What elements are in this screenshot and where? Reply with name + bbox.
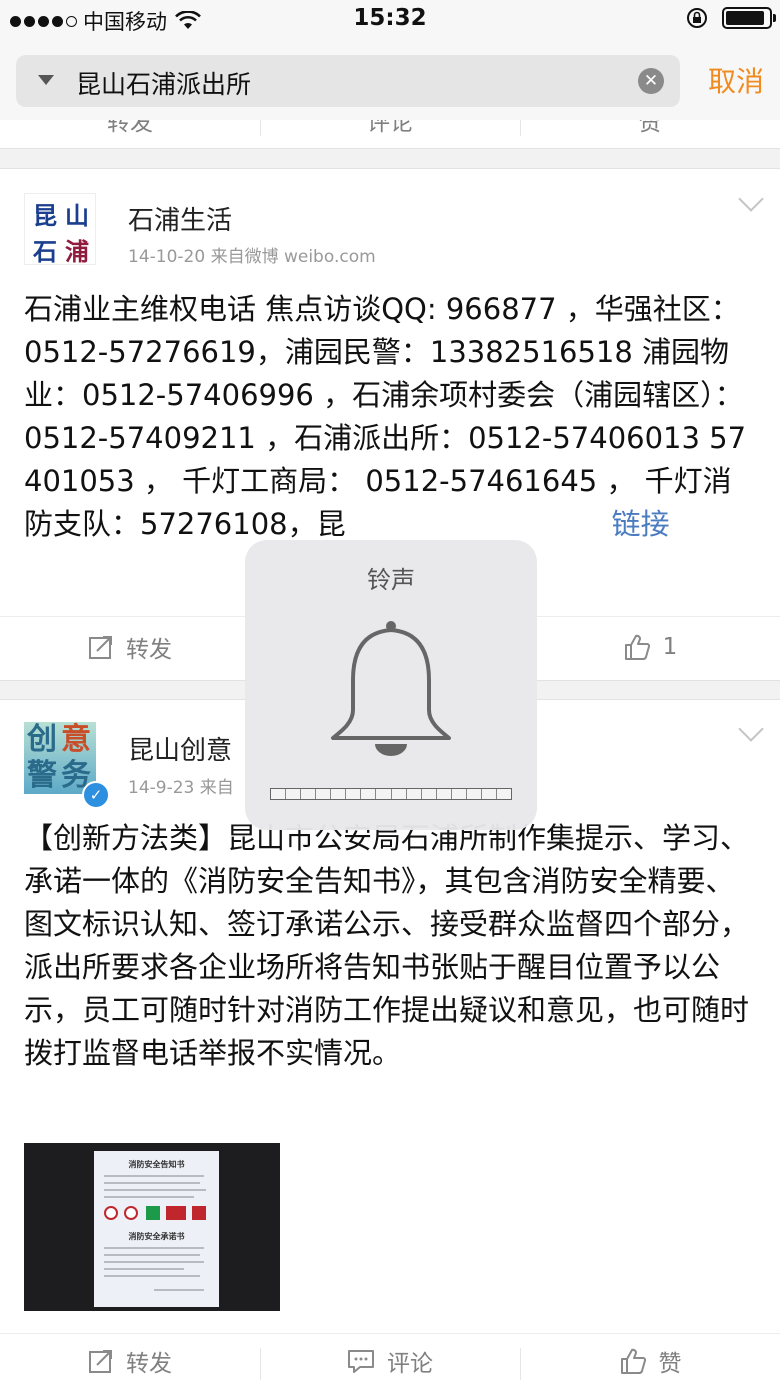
volume-segment bbox=[376, 789, 392, 799]
volume-hud: 铃声 bbox=[245, 540, 537, 830]
search-input[interactable]: 昆山石浦派出所 ✕ bbox=[16, 55, 680, 107]
volume-segment bbox=[467, 789, 482, 799]
repost-icon bbox=[89, 636, 112, 659]
like-button[interactable]: 赞 bbox=[520, 1334, 780, 1388]
volume-segment bbox=[422, 789, 437, 799]
volume-segment bbox=[482, 789, 497, 799]
previous-comment-button[interactable]: 评论 bbox=[260, 120, 520, 148]
comment-icon bbox=[348, 1350, 374, 1373]
cancel-button[interactable]: 取消 bbox=[708, 60, 764, 100]
avatar[interactable]: 昆 山 石 浦 bbox=[24, 193, 96, 266]
post-actions: 转发 评论 赞 bbox=[0, 1333, 780, 1388]
previous-card-actions: 转发 评论 赞 bbox=[0, 120, 780, 148]
previous-feed-card: 转发 评论 赞 bbox=[0, 120, 780, 149]
post-image[interactable]: 消防安全告知书 消防安全承诺书 bbox=[24, 1143, 280, 1311]
status-bar: 中国移动 15:32 bbox=[0, 0, 780, 40]
hud-title: 铃声 bbox=[367, 566, 415, 594]
volume-segment bbox=[452, 789, 467, 799]
battery-icon bbox=[722, 7, 776, 29]
notice-document: 消防安全告知书 消防安全承诺书 bbox=[94, 1151, 219, 1307]
volume-level-bar bbox=[270, 788, 512, 800]
post-meta: 14-9-23 来自 bbox=[128, 778, 234, 798]
post-meta: 14-10-20 来自微博 weibo.com bbox=[128, 247, 376, 267]
volume-segment bbox=[392, 789, 407, 799]
volume-segment bbox=[331, 789, 347, 799]
repost-icon bbox=[89, 1350, 112, 1373]
volume-segment bbox=[271, 789, 287, 799]
volume-segment bbox=[437, 789, 452, 799]
rotation-lock-icon bbox=[687, 8, 707, 28]
volume-segment bbox=[407, 789, 422, 799]
volume-segment bbox=[346, 789, 362, 799]
repost-button[interactable]: 转发 bbox=[0, 617, 260, 677]
volume-segment bbox=[497, 789, 511, 799]
search-bar: 昆山石浦派出所 ✕ 取消 bbox=[0, 40, 780, 120]
thumbs-up-icon bbox=[624, 634, 650, 660]
avatar[interactable]: 创 意 警 务 bbox=[24, 722, 96, 794]
comment-button[interactable]: 评论 bbox=[260, 1334, 520, 1388]
bell-icon bbox=[331, 621, 451, 756]
volume-segment bbox=[361, 789, 377, 799]
user-name[interactable]: 石浦生活 bbox=[128, 200, 232, 237]
volume-segment bbox=[316, 789, 332, 799]
clock: 15:32 bbox=[353, 5, 427, 31]
thumbs-up-icon bbox=[620, 1348, 646, 1374]
post-link[interactable]: 链接 bbox=[612, 507, 670, 541]
volume-segment bbox=[301, 789, 317, 799]
search-query[interactable]: 昆山石浦派出所 bbox=[76, 65, 251, 101]
post-text: 【创新方法类】昆山市公安局石浦所制作集提示、学习、承诺一体的《消防安全告知书》，… bbox=[24, 821, 750, 1070]
verified-badge-icon: ✓ bbox=[82, 781, 110, 809]
search-scope-dropdown-icon[interactable] bbox=[38, 75, 54, 85]
user-name[interactable]: 昆山创意 bbox=[128, 730, 232, 767]
previous-like-button[interactable]: 赞 bbox=[520, 120, 780, 148]
like-button[interactable]: 1 bbox=[520, 617, 780, 677]
previous-repost-button[interactable]: 转发 bbox=[0, 120, 260, 148]
clear-search-button[interactable]: ✕ bbox=[638, 68, 664, 94]
volume-segment bbox=[286, 789, 302, 799]
repost-button[interactable]: 转发 bbox=[0, 1334, 260, 1388]
